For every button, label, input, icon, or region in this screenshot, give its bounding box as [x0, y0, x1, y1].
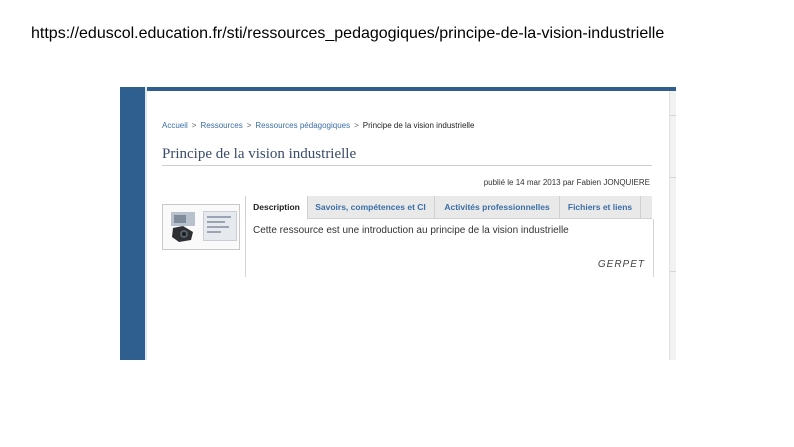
breadcrumb-ressources[interactable]: Ressources — [200, 121, 242, 130]
webpage-screenshot: Accueil > Ressources > Ressources pédagogiqu… — [120, 87, 676, 360]
breadcrumb: Accueil > Ressources > Ressources pédagogiqu… — [162, 120, 474, 131]
publication-byline: publié le 14 mar 2013 par Fabien JONQUIE… — [483, 178, 650, 187]
tab-fichiers-liens[interactable]: Fichiers et liens — [560, 196, 641, 218]
title-divider — [162, 165, 652, 166]
resource-thumbnail[interactable] — [162, 204, 240, 250]
breadcrumb-separator: > — [354, 121, 359, 130]
tab-bar: Description Savoirs, compétences et CI A… — [245, 196, 652, 219]
tab-activites-professionnelles[interactable]: Activités professionnelles — [435, 196, 560, 218]
page-title: Principe de la vision industrielle — [162, 146, 357, 162]
breadcrumb-separator: > — [191, 121, 197, 130]
breadcrumb-current: Principe de la vision industrielle — [362, 121, 475, 130]
tab-savoirs-competences[interactable]: Savoirs, compétences et CI — [307, 196, 435, 218]
author-signature: GERPET — [597, 259, 645, 270]
vision-camera-image — [171, 212, 195, 242]
tab-panel-description: Cette ressource est une introduction au … — [245, 219, 654, 277]
breadcrumb-separator: > — [246, 121, 252, 130]
breadcrumb-ressources-pedagogiques[interactable]: Ressources pédagogiques — [255, 121, 350, 130]
slide-url-text: https://eduscol.education.fr/sti/ressour… — [31, 25, 665, 42]
description-text: Cette ressource est une introduction au … — [253, 225, 569, 236]
left-blue-band — [120, 87, 147, 360]
screen-capture-image — [203, 211, 237, 241]
tab-description[interactable]: Description — [245, 196, 308, 219]
page-content: Accueil > Ressources > Ressources pédagogiqu… — [147, 91, 669, 360]
breadcrumb-accueil[interactable]: Accueil — [162, 121, 188, 130]
right-scroll-margin — [669, 91, 676, 360]
